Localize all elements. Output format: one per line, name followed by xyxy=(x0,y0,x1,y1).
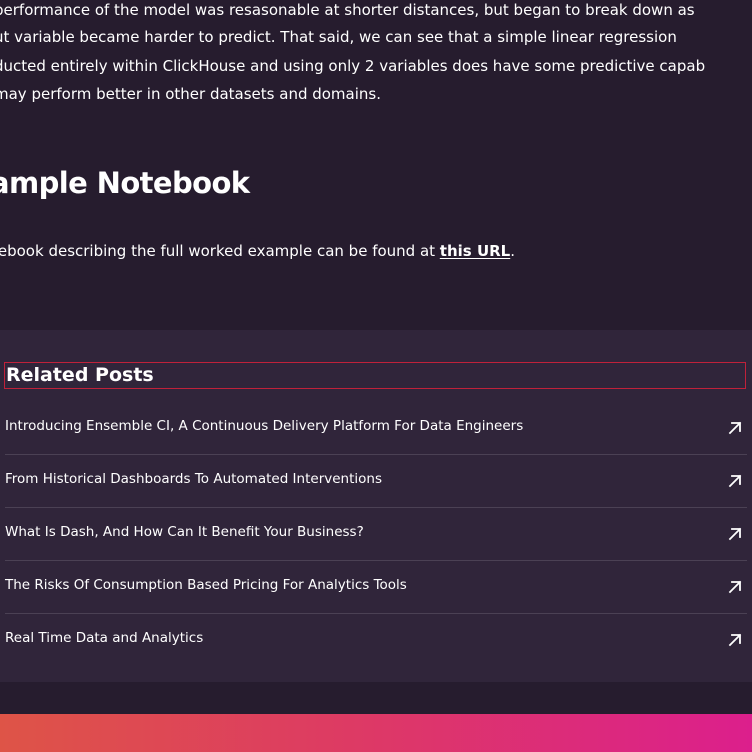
section-heading: ample Notebook xyxy=(0,166,250,200)
related-posts-title: Related Posts xyxy=(6,364,154,386)
paragraph-line: ut variable became harder to predict. Th… xyxy=(0,28,677,46)
related-posts-header: Related Posts xyxy=(4,362,746,389)
notebook-text: tebook describing the full worked exampl… xyxy=(0,242,440,260)
article-body: performance of the model was resasonable… xyxy=(0,0,752,330)
related-post-link[interactable]: The Risks Of Consumption Based Pricing F… xyxy=(5,577,407,593)
related-post-link[interactable]: What Is Dash, And How Can It Benefit You… xyxy=(5,524,364,540)
related-post-link[interactable]: From Historical Dashboards To Automated … xyxy=(5,471,382,487)
footer-gradient-banner xyxy=(0,714,752,752)
arrow-up-right-icon[interactable] xyxy=(727,579,743,595)
arrow-up-right-icon[interactable] xyxy=(727,473,743,489)
related-post-link[interactable]: Introducing Ensemble CI, A Continuous De… xyxy=(5,418,523,434)
related-post-item[interactable]: From Historical Dashboards To Automated … xyxy=(5,455,747,508)
related-post-item[interactable]: Real Time Data and Analytics xyxy=(5,614,747,666)
related-post-item[interactable]: The Risks Of Consumption Based Pricing F… xyxy=(5,561,747,614)
arrow-up-right-icon[interactable] xyxy=(727,526,743,542)
notebook-suffix: . xyxy=(510,242,516,260)
paragraph-line: performance of the model was resasonable… xyxy=(0,1,695,19)
paragraph-line: ducted entirely within ClickHouse and us… xyxy=(0,57,706,75)
related-post-item[interactable]: What Is Dash, And How Can It Benefit You… xyxy=(5,508,747,561)
page: performance of the model was resasonable… xyxy=(0,0,752,752)
notebook-link[interactable]: this URL xyxy=(440,242,510,260)
related-posts-section: Related Posts Introducing Ensemble CI, A… xyxy=(0,330,752,682)
related-post-link[interactable]: Real Time Data and Analytics xyxy=(5,630,203,646)
related-post-item[interactable]: Introducing Ensemble CI, A Continuous De… xyxy=(5,402,747,455)
arrow-up-right-icon[interactable] xyxy=(727,420,743,436)
notebook-paragraph: tebook describing the full worked exampl… xyxy=(0,241,515,261)
paragraph-line: may perform better in other datasets and… xyxy=(0,85,381,103)
arrow-up-right-icon[interactable] xyxy=(727,632,743,648)
related-posts-list: Introducing Ensemble CI, A Continuous De… xyxy=(5,402,747,666)
